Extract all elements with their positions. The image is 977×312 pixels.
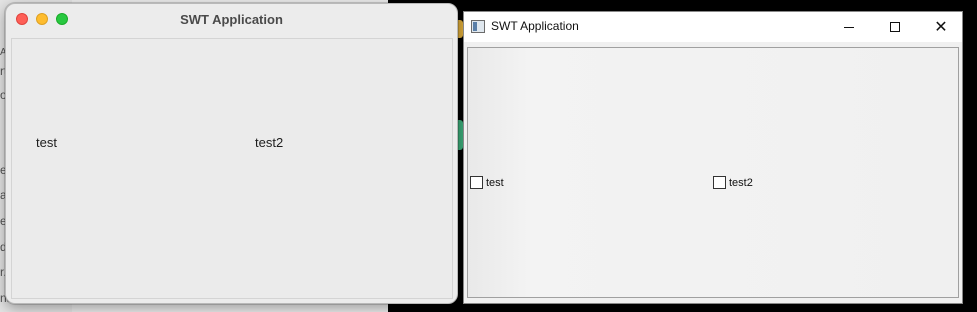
mac-close-button[interactable] (16, 13, 28, 25)
app-window-icon (471, 20, 485, 33)
maximize-icon (890, 22, 900, 32)
checkbox-label: test2 (729, 176, 753, 189)
mac-swt-window: SWT Application test test2 (5, 3, 458, 304)
mac-label-test: test (36, 135, 57, 150)
checkbox-box[interactable] (713, 176, 726, 189)
checkbox-test2[interactable]: test2 (713, 176, 753, 189)
minimize-icon (844, 26, 854, 28)
windows-titlebar[interactable]: SWT Application ✕ (464, 12, 962, 42)
checkbox-box[interactable] (470, 176, 483, 189)
windows-window-title: SWT Application (491, 19, 579, 33)
windows-maximize-button[interactable] (872, 12, 918, 42)
checkbox-label: test (486, 176, 504, 189)
mac-label-test2: test2 (255, 135, 284, 150)
mac-content-group: test test2 (11, 38, 453, 299)
mac-zoom-button[interactable] (56, 13, 68, 25)
mac-titlebar[interactable]: SWT Application (6, 4, 457, 34)
windows-minimize-button[interactable] (826, 12, 872, 42)
windows-content-group: test test2 (467, 47, 959, 298)
windows-close-button[interactable]: ✕ (918, 12, 964, 42)
mac-minimize-button[interactable] (36, 13, 48, 25)
mac-window-title: SWT Application (180, 11, 283, 27)
checkbox-test[interactable]: test (470, 176, 504, 189)
close-icon: ✕ (934, 19, 948, 36)
windows-swt-window: SWT Application ✕ test test2 (463, 11, 963, 304)
